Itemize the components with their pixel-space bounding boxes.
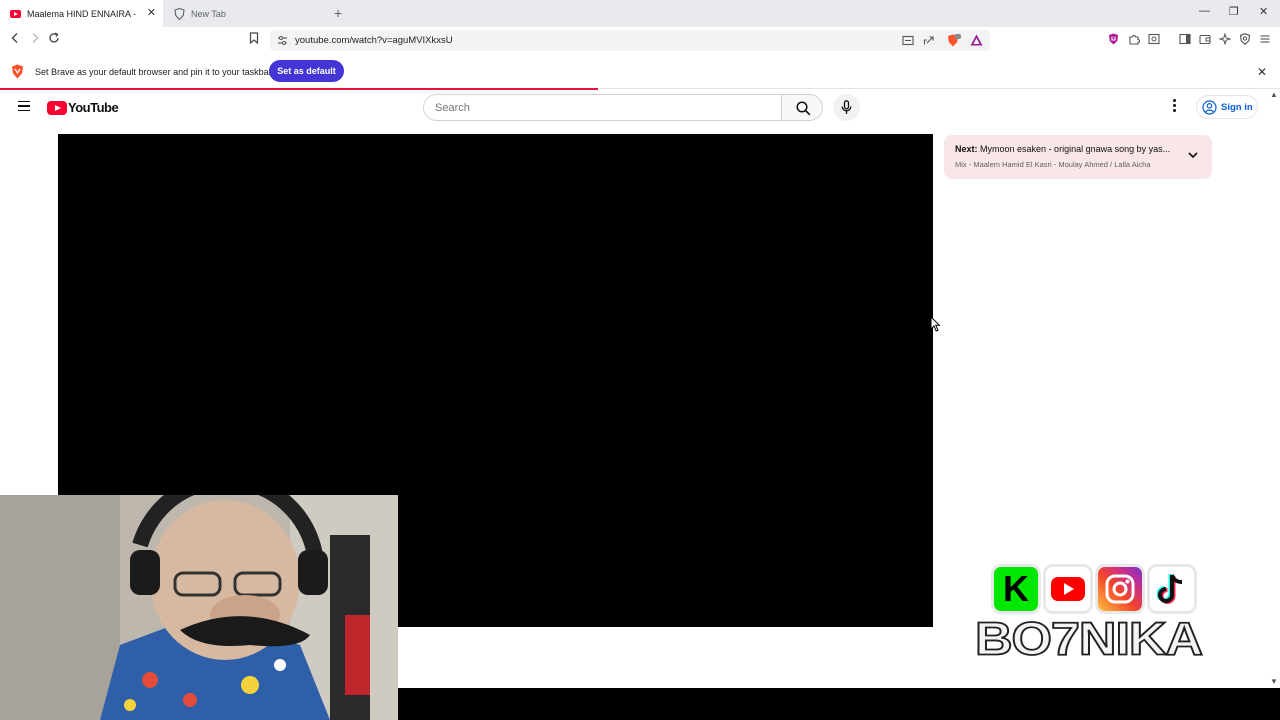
sign-in-button[interactable]: Sign in bbox=[1196, 95, 1258, 119]
webcam-overlay bbox=[0, 495, 398, 720]
brave-logo-icon bbox=[12, 64, 23, 79]
leo-ai-icon[interactable] bbox=[1219, 33, 1231, 45]
youtube-favicon-icon bbox=[10, 9, 21, 18]
account-icon bbox=[1202, 99, 1217, 115]
browser-toolbar: youtube.com/watch?v=aguMVIXkxsU bbox=[0, 27, 1280, 53]
reload-icon[interactable] bbox=[48, 32, 60, 44]
youtube-logo-text: YouTube bbox=[68, 100, 119, 115]
tab-close-icon[interactable]: ✕ bbox=[147, 7, 156, 19]
infobar-close-icon[interactable]: ✕ bbox=[1257, 65, 1267, 79]
settings-more-button[interactable] bbox=[1169, 99, 1179, 115]
dot-icon bbox=[1172, 109, 1176, 112]
forward-icon[interactable] bbox=[29, 32, 41, 44]
wallet-icon[interactable] bbox=[1199, 33, 1211, 45]
youtube-masthead: YouTube Sign in bbox=[0, 90, 1270, 126]
scroll-down-arrow-icon[interactable]: ▼ bbox=[1270, 677, 1278, 686]
search-icon bbox=[796, 101, 811, 116]
streamer-brand-overlay: K BO7NIKA bbox=[970, 560, 1230, 670]
up-next-prefix: Next: bbox=[955, 144, 978, 154]
brave-shield-favicon-icon bbox=[174, 7, 185, 20]
youtube-logo-icon bbox=[1043, 564, 1093, 614]
url-text[interactable]: youtube.com/watch?v=aguMVIXkxsU bbox=[295, 35, 453, 46]
tiktok-logo-icon bbox=[1147, 564, 1197, 614]
streamer-name: BO7NIKA bbox=[974, 612, 1204, 666]
back-icon[interactable] bbox=[9, 32, 21, 44]
new-tab-button[interactable]: + bbox=[334, 6, 342, 20]
mouse-cursor-icon bbox=[930, 316, 940, 332]
voice-search-button[interactable] bbox=[833, 94, 860, 121]
scroll-up-arrow-icon[interactable]: ▲ bbox=[1270, 90, 1278, 99]
youtube-logo[interactable]: YouTube bbox=[47, 100, 119, 115]
cast-icon[interactable] bbox=[902, 35, 914, 46]
sign-in-label: Sign in bbox=[1221, 101, 1253, 113]
up-next-video-title: Mymoon esaken - original gnawa song by y… bbox=[980, 144, 1171, 154]
up-next-card[interactable]: Next: Mymoon esaken - original gnawa son… bbox=[944, 135, 1212, 179]
set-as-default-button[interactable]: Set as default bbox=[269, 60, 344, 82]
privacy-shield-icon[interactable] bbox=[1239, 33, 1251, 45]
brave-shields-icon[interactable] bbox=[947, 34, 961, 47]
microphone-icon bbox=[841, 100, 852, 114]
address-bar[interactable]: youtube.com/watch?v=aguMVIXkxsU bbox=[270, 30, 990, 51]
browser-menu-icon[interactable] bbox=[1259, 33, 1271, 45]
up-next-title: Next: Mymoon esaken - original gnawa son… bbox=[955, 144, 1170, 154]
social-icons: K bbox=[991, 564, 1197, 614]
tab-title: New Tab bbox=[191, 8, 226, 19]
site-info-icon[interactable] bbox=[277, 35, 288, 46]
share-icon[interactable] bbox=[923, 35, 935, 46]
tab-title: Maalema HIND ENNAIRA - L'GNAWIYA bbox=[27, 8, 139, 19]
search-input[interactable] bbox=[423, 94, 782, 121]
infobar-message: Set Brave as your default browser and pi… bbox=[35, 67, 272, 77]
guide-menu-icon[interactable] bbox=[18, 101, 30, 111]
default-browser-infobar: Set Brave as your default browser and pi… bbox=[0, 55, 1280, 89]
search-button[interactable] bbox=[781, 94, 823, 121]
sidebar-icon[interactable] bbox=[1179, 33, 1191, 45]
dot-icon bbox=[1172, 99, 1176, 102]
brave-rewards-icon[interactable] bbox=[970, 34, 983, 46]
instagram-logo-icon bbox=[1095, 564, 1145, 614]
tab-new-tab[interactable]: New Tab bbox=[166, 0, 326, 27]
browser-tab-strip: Maalema HIND ENNAIRA - L'GNAWIYA ✕ New T… bbox=[0, 0, 1280, 27]
tab-youtube[interactable]: Maalema HIND ENNAIRA - L'GNAWIYA ✕ bbox=[0, 0, 163, 27]
dot-icon bbox=[1172, 104, 1176, 107]
window-close-button[interactable]: ✕ bbox=[1259, 5, 1268, 18]
search-box bbox=[423, 94, 823, 121]
webcam-person-image bbox=[0, 495, 398, 720]
youtube-play-logo-icon bbox=[47, 100, 67, 115]
overlay-bottom-bar bbox=[398, 688, 1280, 720]
reading-list-icon[interactable] bbox=[1148, 33, 1160, 45]
kick-logo-icon: K bbox=[991, 564, 1041, 614]
vpn-shield-icon[interactable] bbox=[1108, 33, 1119, 45]
chevron-down-icon[interactable] bbox=[1187, 150, 1199, 160]
up-next-playlist: Mix - Maalem Hamid El Kasri - Moulay Ahm… bbox=[955, 160, 1151, 169]
restore-button[interactable]: ❐ bbox=[1229, 5, 1239, 18]
bookmark-icon[interactable] bbox=[249, 32, 259, 44]
minimize-button[interactable]: — bbox=[1199, 5, 1210, 17]
extensions-icon[interactable] bbox=[1128, 33, 1140, 45]
